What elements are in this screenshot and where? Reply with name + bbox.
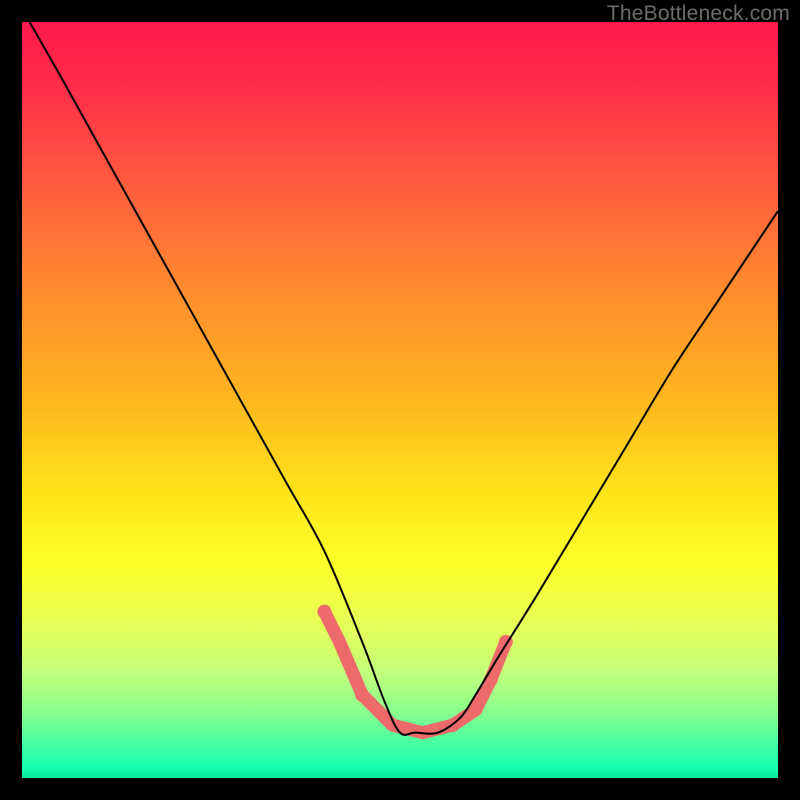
gradient-background <box>22 22 778 778</box>
watermark-text: TheBottleneck.com <box>607 2 790 26</box>
marker-dot <box>355 688 369 702</box>
chart-frame: TheBottleneck.com <box>0 0 800 800</box>
marker-dot <box>317 605 331 619</box>
bottleneck-chart <box>22 22 778 778</box>
plot-area <box>22 22 778 778</box>
